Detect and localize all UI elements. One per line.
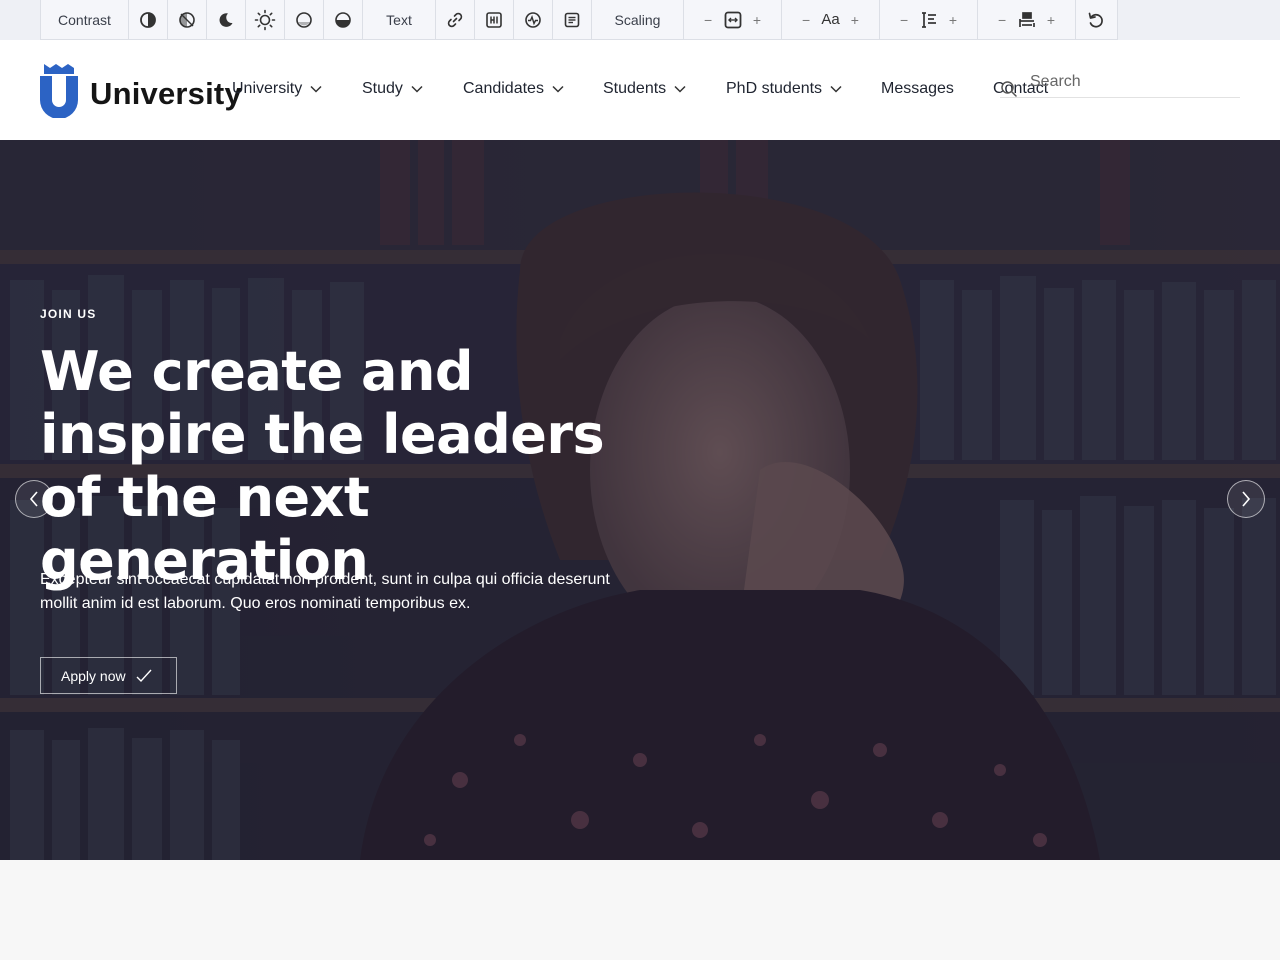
chevron-down-icon [674,85,686,93]
logo-text: University [90,76,242,111]
line-height-stepper: − + [880,0,978,39]
scaling-stepper: − + [684,0,782,39]
university-logo-icon [40,64,78,118]
hero-banner: JOIN US We create and inspire the leader… [0,140,1280,860]
site-logo[interactable]: University [40,62,242,118]
chevron-down-icon [552,85,564,93]
highlight-links-icon[interactable] [436,0,475,39]
nav-item-label: University [232,80,303,97]
zoom-frame-icon [724,11,742,29]
dark-mode-moon-icon[interactable] [207,0,246,39]
slider-next-button[interactable] [1227,480,1265,518]
hero-eyebrow: JOIN US [40,307,97,321]
scaling-minus-button[interactable]: − [704,12,712,28]
highlight-headings-icon[interactable] [475,0,514,39]
nav-item-students[interactable]: Students [603,80,686,98]
apply-now-button[interactable]: Apply now [40,657,177,694]
reset-icon[interactable] [1076,0,1115,39]
letter-spacing-icon [1018,11,1036,29]
text-label: Text [363,0,436,39]
line-height-icon [920,11,938,29]
hero-title: We create and inspire the leaders of the… [40,340,605,592]
letter-spacing-stepper: − + [978,0,1076,39]
nav-item-label: Candidates [463,80,544,97]
line-height-plus-button[interactable]: + [949,12,957,28]
apply-now-label: Apply now [61,667,126,684]
font-size-icon: Aa [821,11,840,28]
chevron-down-icon [830,85,842,93]
light-mode-sun-icon[interactable] [246,0,285,39]
search-box [1000,68,1240,98]
site-header: University University Study Candidates S… [0,40,1280,140]
nav-item-label: PhD students [726,80,823,97]
nav-item-messages[interactable]: Messages [881,80,954,98]
letter-spacing-plus-button[interactable]: + [1047,12,1055,28]
nav-item-university[interactable]: University [232,80,322,98]
hero-description: Excepteur sint occaecat cupidatat non pr… [40,571,610,612]
contrast-label: Contrast [41,0,129,39]
contrast-half-icon[interactable] [129,0,168,39]
accessibility-toolbar-panel: Contrast Text Scaling − + − Aa + − + − + [40,0,1118,40]
chevron-down-icon [310,85,322,93]
chevron-down-icon [411,85,423,93]
search-input[interactable] [1030,68,1235,96]
accessibility-toolbar: Contrast Text Scaling − + − Aa + − + − + [0,0,1280,40]
scaling-plus-button[interactable]: + [753,12,761,28]
font-size-minus-button[interactable]: − [802,12,810,28]
line-height-minus-button[interactable]: − [900,12,908,28]
search-icon [1001,81,1017,97]
high-saturation-icon[interactable] [324,0,363,39]
letter-spacing-minus-button[interactable]: − [998,12,1006,28]
nav-item-label: Messages [881,80,954,97]
nav-item-study[interactable]: Study [362,80,423,98]
readable-text-icon[interactable] [553,0,592,39]
slider-prev-button[interactable] [15,480,53,518]
font-size-stepper: − Aa + [782,0,880,39]
nav-item-phd-students[interactable]: PhD students [726,80,842,98]
chevron-right-icon [1242,491,1251,507]
scaling-label: Scaling [592,0,684,39]
content-section [0,860,1280,960]
nav-item-label: Study [362,80,403,97]
low-saturation-icon[interactable] [285,0,324,39]
nav-item-label: Students [603,80,667,97]
nav-item-candidates[interactable]: Candidates [463,80,564,98]
font-size-plus-button[interactable]: + [851,12,859,28]
invert-colors-icon[interactable] [168,0,207,39]
chevron-left-icon [29,491,38,507]
pause-animations-icon[interactable] [514,0,553,39]
checkmark-icon [136,669,152,682]
